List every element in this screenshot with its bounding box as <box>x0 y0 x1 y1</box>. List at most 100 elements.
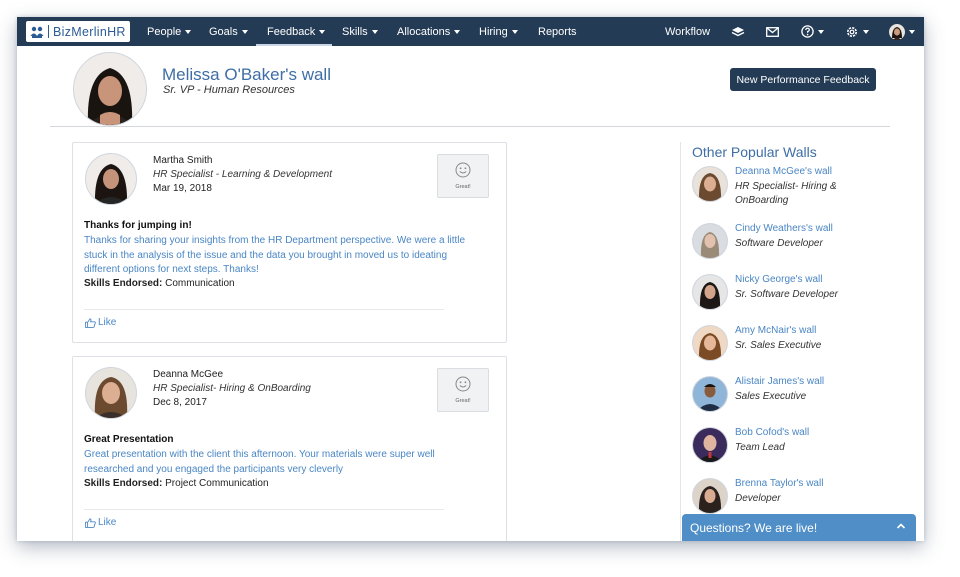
nav-people-label: People <box>147 25 182 38</box>
author-avatar[interactable] <box>85 367 137 419</box>
skills-endorsed-value: Project Communication <box>165 478 269 489</box>
nav-goals[interactable]: Goals <box>209 17 248 46</box>
popular-wall-item: Alistair James's wall Sales Executive <box>692 376 912 418</box>
popular-wall-item: Deanna McGee's wall HR Specialist- Hirin… <box>692 166 912 208</box>
chevron-down-icon <box>185 29 192 34</box>
wall-role: HR Specialist- Hiring & OnBoarding <box>735 181 837 206</box>
wall-avatar[interactable] <box>692 325 728 361</box>
feedback-body: Great presentation with the client this … <box>84 449 435 475</box>
wall-avatar[interactable] <box>692 274 728 310</box>
nav-workflow-label: Workflow <box>665 25 711 38</box>
chevron-down-icon <box>371 29 378 34</box>
feedback-date: Dec 8, 2017 <box>153 397 207 408</box>
sidebar-divider <box>680 142 681 541</box>
wall-link[interactable]: Nicky George's wall <box>735 274 823 285</box>
author-name[interactable]: Deanna McGee <box>153 369 223 380</box>
layers-icon[interactable] <box>731 17 745 46</box>
author-avatar[interactable] <box>85 153 137 205</box>
chevron-down-icon <box>818 29 824 34</box>
nav-reports[interactable]: Reports <box>538 17 577 46</box>
page-title: Melissa O'Baker's wall <box>162 65 331 84</box>
author-role: HR Specialist - Learning & Development <box>153 169 332 180</box>
top-navbar: BizMerlinHR People Goals Feedback Skills… <box>17 17 924 46</box>
nav-allocations[interactable]: Allocations <box>397 17 461 46</box>
wall-link[interactable]: Deanna McGee's wall <box>735 166 832 177</box>
wall-avatar[interactable] <box>692 427 728 463</box>
skills-endorsed-label: Skills Endorsed: <box>84 278 163 289</box>
settings-gear-icon[interactable] <box>845 17 869 46</box>
like-label: Like <box>98 517 117 528</box>
feedback-title: Thanks for jumping in! <box>84 220 192 231</box>
new-performance-feedback-button[interactable]: New Performance Feedback <box>730 68 876 91</box>
like-button[interactable]: Like <box>85 317 116 328</box>
popular-walls-heading: Other Popular Walls <box>692 144 817 160</box>
badge-label: Great! <box>455 398 471 404</box>
like-label: Like <box>98 317 117 328</box>
logo-text: BizMerlinHR <box>53 24 126 39</box>
smiley-icon <box>455 162 471 178</box>
wall-role: Developer <box>735 493 781 504</box>
user-avatar-icon <box>889 23 905 40</box>
feedback-card: Martha Smith HR Specialist - Learning & … <box>72 142 507 343</box>
mail-icon[interactable] <box>766 17 779 46</box>
wall-role: Sales Executive <box>735 391 807 402</box>
popular-wall-item: Nicky George's wall Sr. Software Develop… <box>692 274 912 316</box>
logo-divider <box>48 25 49 38</box>
wall-role: Sr. Software Developer <box>735 289 839 300</box>
nav-workflow[interactable]: Workflow <box>665 17 710 46</box>
nav-active-indicator <box>256 44 332 46</box>
wall-avatar[interactable] <box>692 223 728 259</box>
skills-endorsed-value: Communication <box>165 278 235 289</box>
card-divider <box>84 509 444 510</box>
nav-allocations-label: Allocations <box>397 25 451 38</box>
badge-label: Great! <box>455 184 471 190</box>
nav-skills[interactable]: Skills <box>342 17 378 46</box>
skills-endorsed-label: Skills Endorsed: <box>84 478 163 489</box>
thumbs-up-icon <box>85 317 96 328</box>
wall-avatar[interactable] <box>692 376 728 412</box>
wall-link[interactable]: Cindy Weathers's wall <box>735 223 833 234</box>
nav-feedback[interactable]: Feedback <box>267 17 326 46</box>
feedback-date: Mar 19, 2018 <box>153 183 212 194</box>
nav-skills-label: Skills <box>342 25 368 38</box>
wall-link[interactable]: Alistair James's wall <box>735 376 824 387</box>
popular-wall-item: Bob Cofod's wall Team Lead <box>692 427 912 469</box>
smiley-icon <box>455 376 471 392</box>
great-badge: Great! <box>437 154 489 198</box>
chevron-down-icon <box>319 29 326 34</box>
header-divider <box>50 126 890 127</box>
app-logo[interactable]: BizMerlinHR <box>26 21 130 42</box>
thumbs-up-icon <box>85 517 96 528</box>
chevron-down-icon <box>454 29 461 34</box>
logo-people-icon <box>30 26 44 38</box>
card-divider <box>84 309 444 310</box>
live-chat-bar[interactable]: Questions? We are live! <box>682 514 916 541</box>
nav-people[interactable]: People <box>147 17 192 46</box>
nav-goals-label: Goals <box>209 25 238 38</box>
skills-endorsed: Skills Endorsed: Project Communication <box>84 478 269 489</box>
skills-endorsed: Skills Endorsed: Communication <box>84 278 235 289</box>
chevron-down-icon <box>909 29 915 34</box>
nav-reports-label: Reports <box>538 25 577 38</box>
feedback-card: Deanna McGee HR Specialist- Hiring & OnB… <box>72 356 507 541</box>
user-menu[interactable] <box>889 17 915 46</box>
chevron-down-icon <box>241 29 248 34</box>
popular-wall-item: Amy McNair's wall Sr. Sales Executive <box>692 325 912 367</box>
wall-link[interactable]: Amy McNair's wall <box>735 325 816 336</box>
page-subtitle: Sr. VP - Human Resources <box>163 84 295 96</box>
wall-link[interactable]: Brenna Taylor's wall <box>735 478 823 489</box>
chevron-up-icon <box>896 523 906 529</box>
like-button[interactable]: Like <box>85 517 116 528</box>
wall-role: Software Developer <box>735 238 823 249</box>
wall-link[interactable]: Bob Cofod's wall <box>735 427 809 438</box>
wall-avatar[interactable] <box>692 166 728 202</box>
help-icon[interactable] <box>801 17 824 46</box>
chevron-down-icon <box>511 29 518 34</box>
author-name[interactable]: Martha Smith <box>153 155 212 166</box>
nav-hiring[interactable]: Hiring <box>479 17 518 46</box>
live-chat-label: Questions? We are live! <box>690 520 818 535</box>
feedback-body: Thanks for sharing your insights from th… <box>84 235 466 276</box>
great-badge: Great! <box>437 368 489 412</box>
wall-avatar[interactable] <box>692 478 728 514</box>
feedback-title: Great Presentation <box>84 434 174 445</box>
